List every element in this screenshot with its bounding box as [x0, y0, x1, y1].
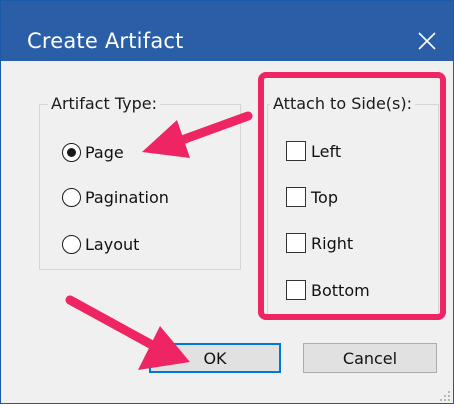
checkbox-bottom[interactable]: Bottom	[286, 275, 370, 305]
radio-layout-label: Layout	[85, 234, 140, 254]
radio-button-selected[interactable]	[62, 142, 81, 162]
checkbox-box[interactable]	[286, 141, 306, 161]
checkbox-left-label: Left	[311, 141, 342, 161]
checkbox-box[interactable]	[286, 187, 306, 207]
checkbox-right-label: Right	[311, 233, 354, 253]
checkbox-box[interactable]	[286, 233, 306, 253]
radio-page[interactable]: Page	[62, 137, 124, 167]
checkbox-left[interactable]: Left	[286, 136, 341, 166]
artifact-type-legend: Artifact Type:	[48, 94, 160, 113]
checkbox-bottom-label: Bottom	[311, 280, 370, 300]
radio-button[interactable]	[62, 187, 81, 207]
radio-button[interactable]	[62, 234, 81, 254]
checkbox-top[interactable]: Top	[286, 182, 338, 212]
radio-page-label: Page	[85, 142, 124, 162]
dialog-title: Create Artifact	[27, 29, 184, 53]
checkbox-top-label: Top	[311, 187, 338, 207]
checkbox-right[interactable]: Right	[286, 228, 353, 258]
radio-pagination[interactable]: Pagination	[62, 182, 169, 212]
radio-pagination-label: Pagination	[85, 187, 169, 207]
close-icon[interactable]	[409, 23, 445, 59]
attach-sides-legend: Attach to Side(s):	[270, 94, 415, 113]
cancel-button[interactable]: Cancel	[303, 343, 437, 373]
resize-grip-icon[interactable]	[439, 389, 451, 401]
ok-button[interactable]: OK	[149, 343, 281, 373]
create-artifact-dialog: Create Artifact Artifact Type: Page Pagi…	[0, 0, 454, 404]
radio-layout[interactable]: Layout	[62, 229, 139, 259]
checkbox-box[interactable]	[286, 280, 306, 300]
title-bar: Create Artifact	[1, 1, 453, 61]
